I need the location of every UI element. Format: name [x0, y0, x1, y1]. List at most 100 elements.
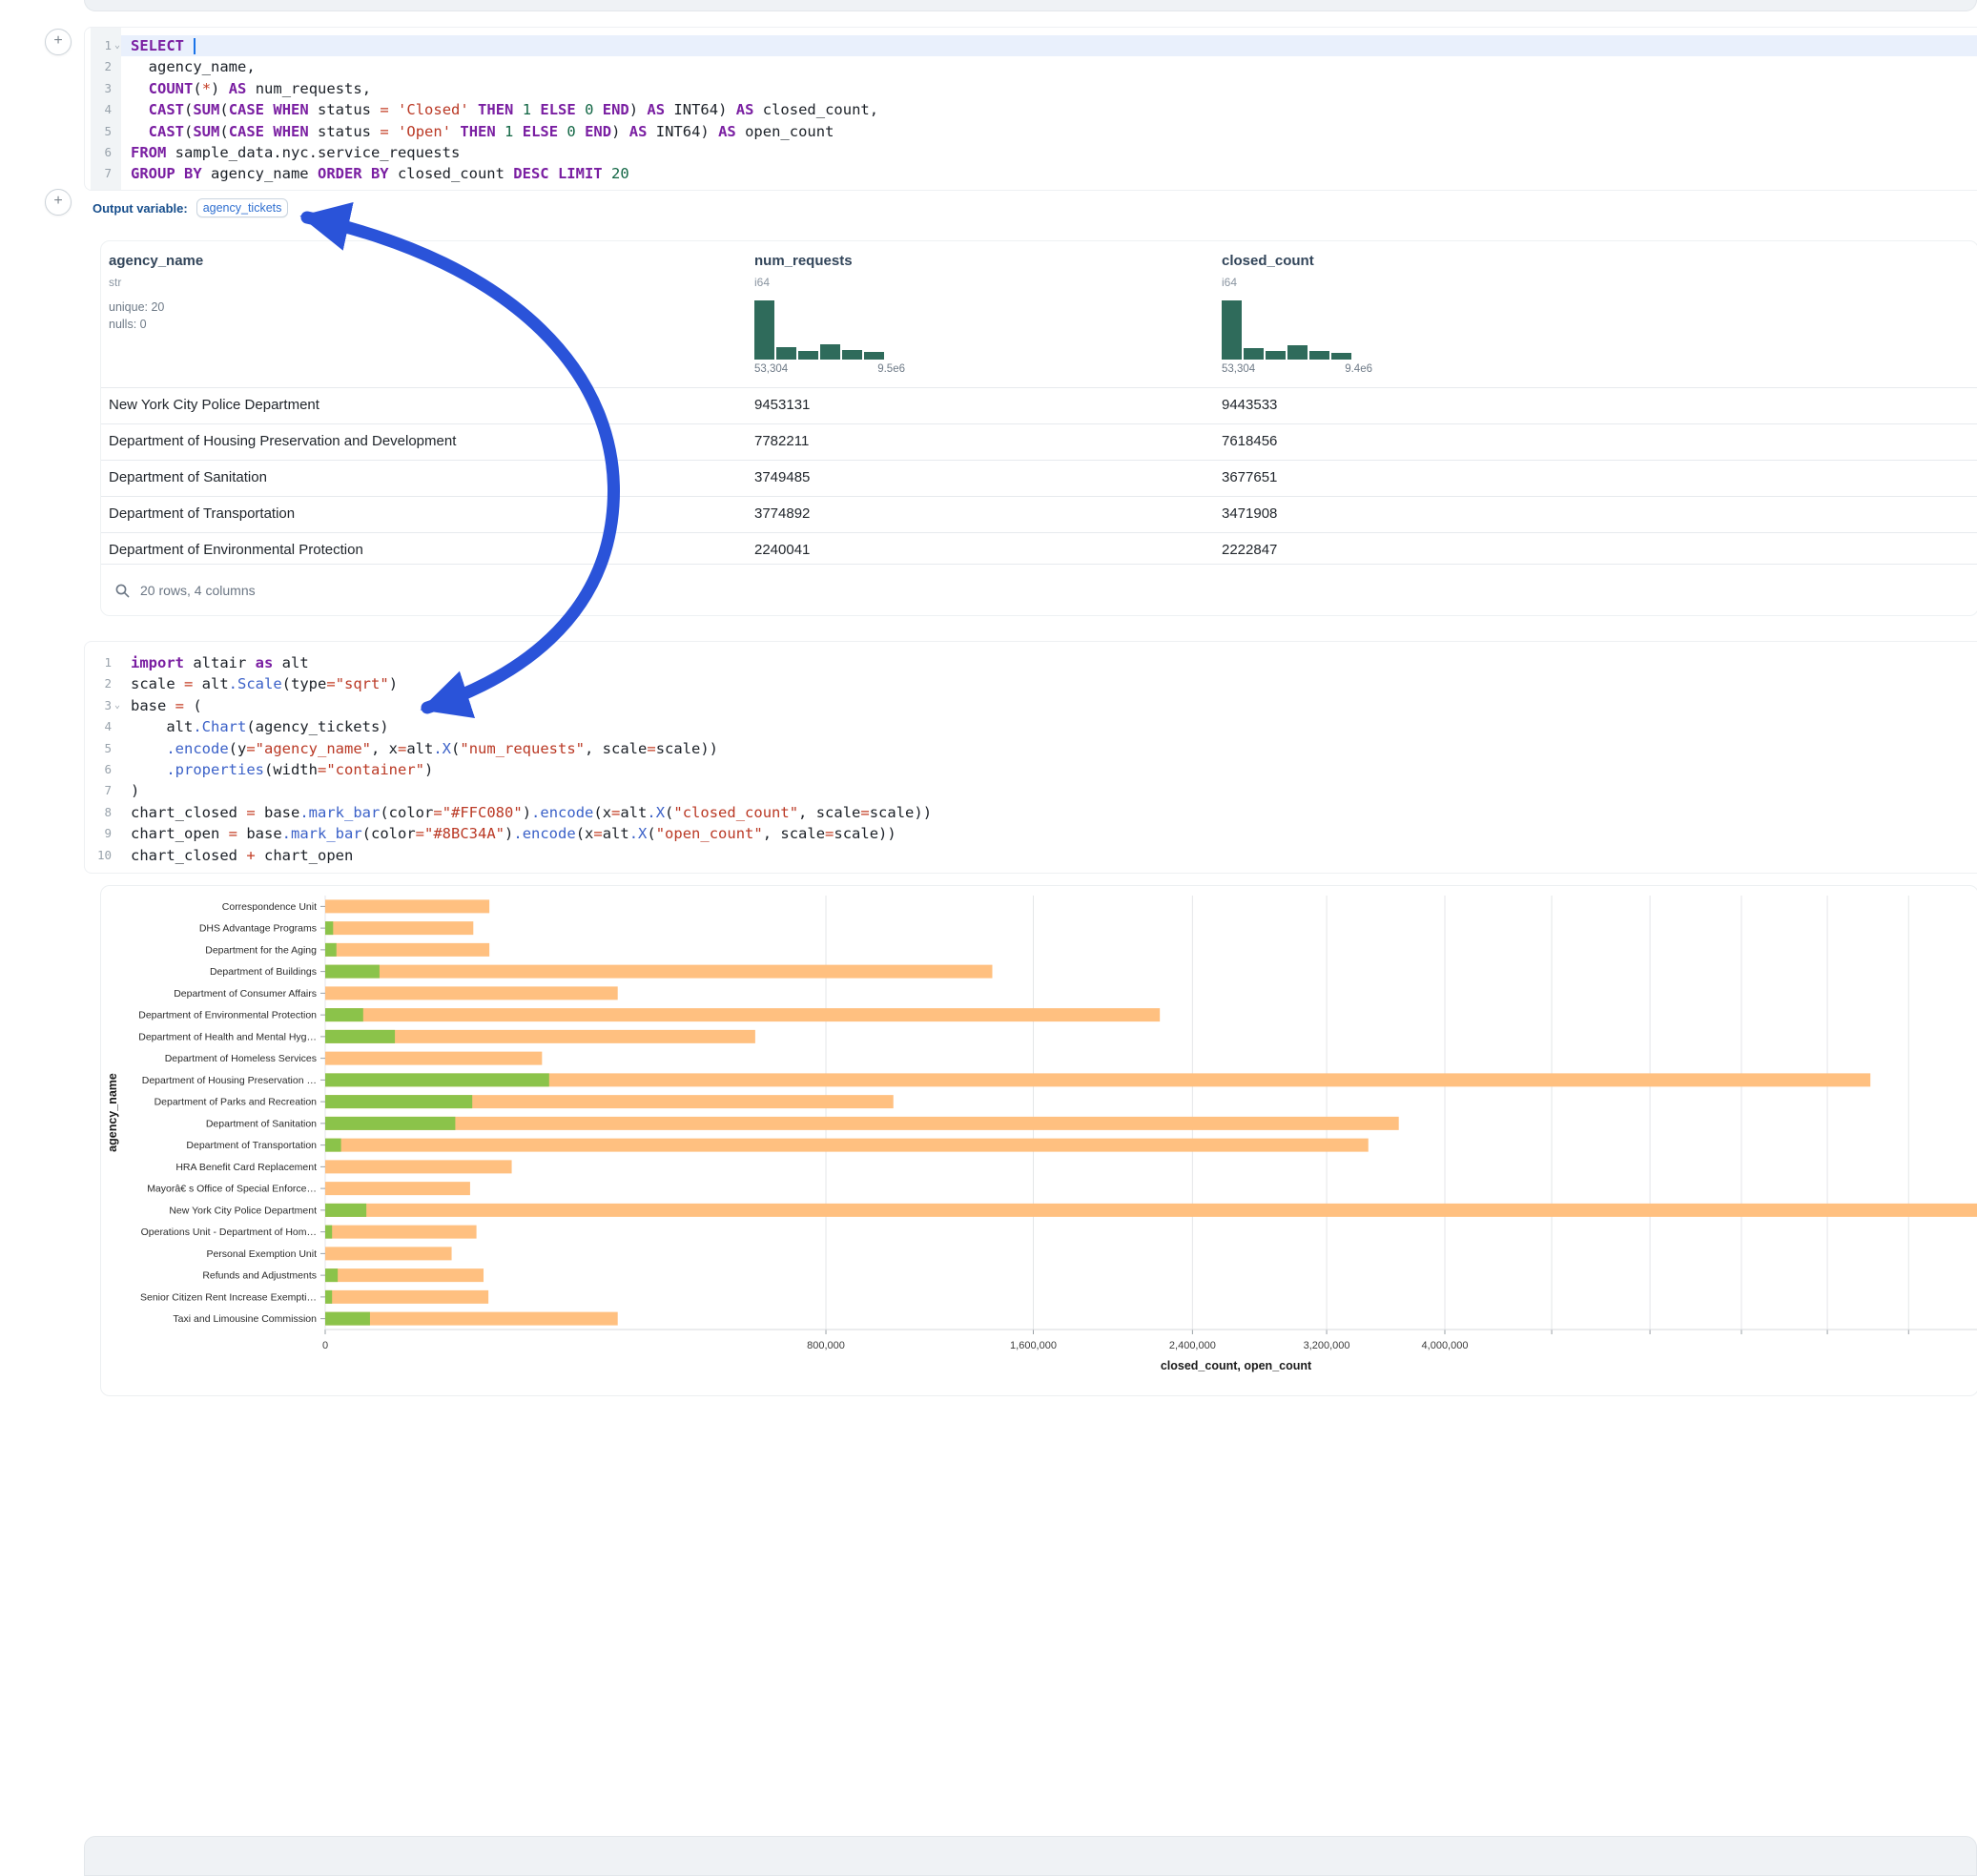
table-cell: Department of Housing Preservation and D… [109, 424, 456, 459]
column-histogram [1222, 299, 1365, 360]
line-number: 9 [91, 823, 112, 844]
svg-text:Taxi and Limousine Commission: Taxi and Limousine Commission [173, 1313, 317, 1325]
line-number: 3 [91, 695, 112, 716]
line-number: 2 [91, 673, 112, 694]
svg-text:Department of Transportation: Department of Transportation [186, 1140, 317, 1151]
svg-text:closed_count, open_count: closed_count, open_count [1161, 1359, 1312, 1372]
table-cell: 3471908 [1222, 497, 1277, 531]
chart-card: 0800,0001,600,0002,400,0003,200,0004,000… [100, 885, 1977, 1396]
table-header: agency_namestrunique: 20nulls: 0num_requ… [101, 241, 1977, 387]
table-cell: Department of Transportation [109, 497, 295, 531]
add-cell-button[interactable]: + [45, 189, 72, 216]
line-number: 2 [91, 56, 112, 77]
code-line[interactable]: 3⌄base = ( [85, 695, 1977, 716]
code-line[interactable]: 6 .properties(width="container") [85, 759, 1977, 780]
svg-text:Department of Consumer Affairs: Department of Consumer Affairs [174, 988, 317, 1000]
column-dtype: str [109, 276, 121, 289]
table-footer: 20 rows, 4 columns [101, 564, 1977, 616]
column-name: agency_name [109, 253, 203, 269]
sql-cell[interactable]: 1⌄SELECT 2 agency_name,3 COUNT(*) AS num… [84, 27, 1977, 191]
search-icon[interactable] [114, 583, 131, 599]
table-body: New York City Police Department 9453131 94… [101, 387, 1977, 568]
table-row[interactable]: New York City Police Department 9453131 94… [101, 387, 1977, 423]
line-number: 4 [91, 716, 112, 737]
column-dtype: i64 [754, 276, 770, 289]
svg-text:Senior Citizen Rent Increase E: Senior Citizen Rent Increase Exempti… [140, 1291, 317, 1303]
svg-text:1,600,000: 1,600,000 [1010, 1340, 1057, 1351]
code-line[interactable]: 4 CAST(SUM(CASE WHEN status = 'Closed' T… [85, 99, 1977, 120]
line-number: 3 [91, 78, 112, 99]
fold-chevron-icon[interactable]: ⌄ [114, 35, 126, 56]
svg-text:DHS Advantage Programs: DHS Advantage Programs [199, 923, 317, 935]
table-cell: 3774892 [754, 497, 810, 531]
svg-text:agency_name: agency_name [106, 1073, 119, 1152]
code-line[interactable]: 5 CAST(SUM(CASE WHEN status = 'Open' THE… [85, 121, 1977, 142]
code-line[interactable]: 1import altair as alt [85, 652, 1977, 673]
code-line[interactable]: 2 agency_name, [85, 56, 1977, 77]
table-cell: 2222847 [1222, 533, 1277, 567]
code-line[interactable]: 1⌄SELECT [85, 35, 1977, 56]
line-number: 5 [91, 738, 112, 759]
line-number: 1 [91, 652, 112, 673]
python-cell[interactable]: 1import altair as alt2scale = alt.Scale(… [84, 641, 1977, 874]
column-name: closed_count [1222, 253, 1314, 269]
output-variable-chip[interactable]: agency_tickets [196, 198, 289, 217]
table-cell: 7782211 [754, 424, 809, 459]
column-dtype: i64 [1222, 276, 1237, 289]
table-cell: New York City Police Department [109, 388, 319, 423]
column-histogram [754, 299, 897, 360]
table-cell: 7618456 [1222, 424, 1277, 459]
code-line[interactable]: 5 .encode(y="agency_name", x=alt.X("num_… [85, 738, 1977, 759]
line-number: 7 [91, 780, 112, 801]
table-row-count: 20 rows, 4 columns [140, 583, 256, 598]
code-line[interactable]: 6FROM sample_data.nyc.service_requests [85, 142, 1977, 163]
output-table: agency_namestrunique: 20nulls: 0num_requ… [100, 240, 1977, 616]
code-line[interactable]: 2scale = alt.Scale(type="sqrt") [85, 673, 1977, 694]
code-line[interactable]: 8chart_closed = base.mark_bar(color="#FF… [85, 802, 1977, 823]
column-name: num_requests [754, 253, 853, 269]
line-number: 7 [91, 163, 112, 184]
line-number: 1 [91, 35, 112, 56]
table-cell: 9453131 [754, 388, 810, 423]
svg-text:Department for the Aging: Department for the Aging [205, 944, 317, 956]
line-number: 8 [91, 802, 112, 823]
line-number: 6 [91, 142, 112, 163]
output-variable-row: Output variable: agency_tickets [93, 196, 288, 220]
svg-text:HRA Benefit Card Replacement: HRA Benefit Card Replacement [175, 1162, 317, 1173]
table-cell: Department of Environmental Protection [109, 533, 363, 567]
svg-text:Department of Parks and Recrea: Department of Parks and Recreation [154, 1097, 318, 1108]
svg-text:Correspondence Unit: Correspondence Unit [222, 901, 317, 913]
output-variable-label: Output variable: [93, 201, 188, 216]
code-line[interactable]: 7) [85, 780, 1977, 801]
svg-text:Mayorâ€ s Office of Special En: Mayorâ€ s Office of Special Enforce… [147, 1184, 317, 1195]
code-line[interactable]: 7GROUP BY agency_name ORDER BY closed_co… [85, 163, 1977, 184]
collapsed-cell-top [84, 0, 1977, 11]
table-row[interactable]: Department of Sanitation37494853677651 [101, 460, 1977, 496]
line-number: 6 [91, 759, 112, 780]
histogram-range-labels: 53,3049.4e6 [1222, 363, 1372, 375]
text-cursor [194, 38, 196, 54]
table-row[interactable]: Department of Housing Preservation and D… [101, 423, 1977, 460]
table-cell: 9443533 [1222, 388, 1277, 423]
code-line[interactable]: 10chart_closed + chart_open [85, 845, 1977, 866]
python-code-editor[interactable]: 1import altair as alt2scale = alt.Scale(… [85, 642, 1977, 866]
svg-text:Department of Health and Menta: Department of Health and Mental Hyg… [138, 1031, 317, 1042]
svg-text:800,000: 800,000 [807, 1340, 845, 1351]
svg-text:Department of Environmental Pr: Department of Environmental Protection [138, 1010, 317, 1021]
svg-text:Department of Homeless Service: Department of Homeless Services [165, 1053, 317, 1064]
table-cell: 2240041 [754, 533, 810, 567]
bar-chart: 0800,0001,600,0002,400,0003,200,0004,000… [101, 886, 1977, 1395]
code-line[interactable]: 9chart_open = base.mark_bar(color="#8BC3… [85, 823, 1977, 844]
code-line[interactable]: 4 alt.Chart(agency_tickets) [85, 716, 1977, 737]
column-stat: unique: 20 [109, 300, 164, 314]
table-row[interactable]: Department of Transportation 3774892 34719… [101, 496, 1977, 532]
code-line[interactable]: 3 COUNT(*) AS num_requests, [85, 78, 1977, 99]
sql-code-editor[interactable]: 1⌄SELECT 2 agency_name,3 COUNT(*) AS num… [85, 28, 1977, 185]
svg-text:New York City Police Departmen: New York City Police Department [169, 1205, 317, 1216]
add-cell-button[interactable]: + [45, 29, 72, 55]
line-number: 5 [91, 121, 112, 142]
svg-text:3,200,000: 3,200,000 [1304, 1340, 1350, 1351]
fold-chevron-icon[interactable]: ⌄ [114, 695, 126, 716]
svg-text:Operations Unit - Department o: Operations Unit - Department of Hom… [141, 1227, 317, 1238]
svg-text:Department of Buildings: Department of Buildings [210, 966, 317, 978]
